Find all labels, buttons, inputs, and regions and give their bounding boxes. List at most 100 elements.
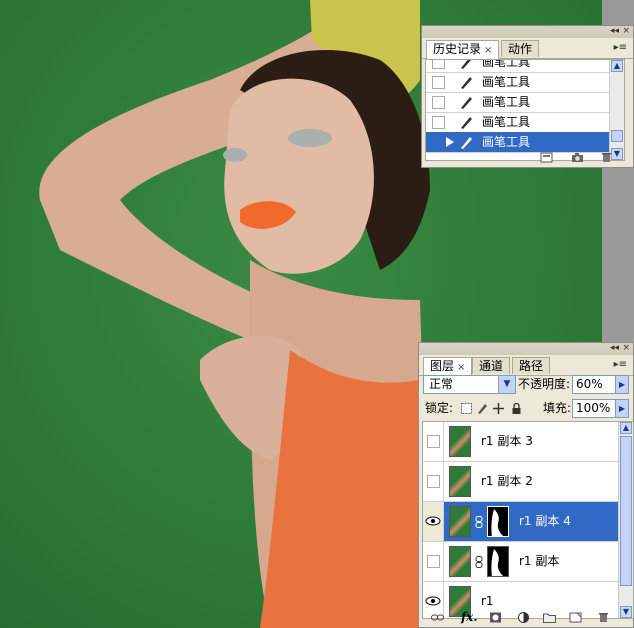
history-source-checkbox[interactable] (432, 136, 443, 147)
eye-icon[interactable] (425, 516, 441, 526)
layer-name[interactable]: r1 (481, 593, 494, 609)
visibility-cell[interactable] (423, 422, 444, 461)
history-list: 画笔工具 画笔工具 画笔工具 画笔工具 画笔工具 ▲ ▼ (425, 59, 625, 161)
brush-icon (461, 137, 472, 149)
layer-row-selected[interactable]: r1 副本 4 (423, 502, 619, 542)
visibility-cell[interactable] (423, 502, 444, 541)
tab-label: 路径 (519, 359, 544, 373)
history-item-label: 画笔工具 (482, 59, 531, 69)
new-document-icon[interactable] (540, 152, 553, 163)
lock-transparency-icon[interactable] (461, 403, 472, 414)
visibility-cell[interactable] (423, 542, 444, 581)
layer-name[interactable]: r1 副本 3 (481, 433, 533, 449)
collapse-icon[interactable]: ◂◂ (610, 343, 619, 354)
visibility-cell[interactable] (423, 462, 444, 501)
layer-thumbnail (449, 426, 471, 457)
link-icon[interactable] (431, 612, 444, 623)
tab-actions[interactable]: 动作 (501, 40, 540, 57)
scroll-up-icon[interactable]: ▲ (620, 422, 632, 434)
tab-label: 历史记录 (433, 42, 482, 56)
opacity-label: 不透明度: (518, 377, 571, 391)
opacity-slider-arrow-icon[interactable]: ▶ (615, 376, 628, 393)
history-source-checkbox[interactable] (432, 76, 445, 89)
trash-icon[interactable] (597, 612, 610, 623)
history-item[interactable]: 画笔工具 (426, 72, 624, 93)
history-scrollbar[interactable]: ▲ ▼ (609, 60, 624, 160)
new-layer-icon[interactable] (569, 612, 582, 623)
blend-mode-select[interactable]: 正常 ▼ (423, 375, 516, 394)
chain-link-icon[interactable] (475, 516, 483, 528)
tab-history[interactable]: 历史记录 × (426, 40, 500, 59)
lock-all-icon[interactable] (511, 403, 522, 414)
tab-label: 通道 (479, 359, 504, 373)
chevron-down-icon[interactable]: ▼ (498, 376, 515, 393)
mask-icon[interactable] (489, 612, 502, 623)
layer-name[interactable]: r1 副本 4 (519, 513, 571, 529)
history-tabs: 历史记录 × 动作 ▸≡ (422, 38, 633, 59)
history-item-label: 画笔工具 (482, 135, 531, 149)
history-item[interactable]: 画笔工具 (426, 112, 624, 133)
blend-mode-value: 正常 (429, 377, 454, 391)
scroll-thumb[interactable] (620, 436, 632, 586)
layer-mask-thumbnail[interactable] (487, 506, 509, 537)
lock-position-move-icon[interactable] (493, 403, 504, 414)
history-state-marker-icon (446, 137, 454, 147)
history-item[interactable]: 画笔工具 (426, 92, 624, 113)
layer-row[interactable]: r1 副本 2 (423, 462, 619, 502)
layer-mask-thumbnail[interactable] (487, 546, 509, 577)
close-icon[interactable]: × (622, 343, 630, 354)
fx-icon[interactable]: fx. (461, 610, 478, 624)
trash-icon[interactable] (600, 152, 613, 163)
chain-link-icon[interactable] (475, 556, 483, 568)
lock-image-brush-icon[interactable] (477, 403, 488, 414)
fill-label: 填充: (543, 401, 572, 415)
adjustment-icon[interactable] (517, 612, 530, 623)
layer-thumbnail (449, 466, 471, 497)
tab-label: 动作 (508, 42, 533, 56)
collapse-icon[interactable]: ◂◂ (610, 26, 619, 37)
history-item-label: 画笔工具 (482, 115, 531, 129)
tab-close-icon[interactable]: × (457, 362, 465, 373)
visibility-toggle[interactable] (427, 475, 440, 488)
scroll-thumb[interactable] (611, 130, 623, 142)
visibility-toggle[interactable] (427, 435, 440, 448)
opacity-input[interactable]: 60% ▶ (572, 375, 629, 394)
eye-icon[interactable] (425, 596, 441, 606)
lock-label: 锁定: (425, 401, 454, 415)
layers-scrollbar[interactable]: ▲ ▼ (618, 422, 633, 618)
panel-titlebar[interactable]: ◂◂ × (419, 343, 633, 355)
brush-icon (461, 117, 472, 129)
panel-menu-icon[interactable]: ▸≡ (614, 42, 627, 53)
history-footer (422, 149, 633, 167)
history-item-label: 画笔工具 (482, 75, 531, 89)
visibility-toggle[interactable] (427, 555, 440, 568)
layers-panel: ◂◂ × 图层 × 通道 路径 ▸≡ 正常 ▼ 不透明度: 60% ▶ 锁定: 填… (418, 342, 634, 628)
scroll-up-icon[interactable]: ▲ (611, 60, 623, 72)
layer-name[interactable]: r1 副本 2 (481, 473, 533, 489)
tab-paths[interactable]: 路径 (512, 357, 551, 374)
layers-list: r1 副本 3 r1 副本 2 r1 副本 4 r1 副本 r1 ▲ ▼ (422, 421, 634, 619)
tab-layers[interactable]: 图层 × (423, 357, 473, 376)
close-icon[interactable]: × (622, 26, 630, 37)
camera-snapshot-icon[interactable] (571, 152, 584, 163)
history-source-checkbox[interactable] (432, 96, 445, 109)
layer-row[interactable]: r1 副本 (423, 542, 619, 582)
blend-row: 正常 ▼ 不透明度: 60% ▶ (419, 375, 633, 399)
layer-name[interactable]: r1 副本 (519, 553, 559, 569)
brush-icon (461, 60, 472, 69)
brush-icon (461, 97, 472, 109)
opacity-value: 60% (576, 377, 603, 391)
layers-tabs: 图层 × 通道 路径 ▸≡ (419, 355, 633, 376)
history-source-checkbox[interactable] (432, 60, 445, 69)
history-source-checkbox[interactable] (432, 116, 445, 129)
tab-channels[interactable]: 通道 (472, 357, 511, 374)
layer-row[interactable]: r1 副本 3 (423, 422, 619, 462)
fill-input[interactable]: 100% ▶ (572, 399, 629, 418)
history-item[interactable]: 画笔工具 (426, 59, 624, 73)
tab-close-icon[interactable]: × (484, 45, 492, 56)
group-folder-icon[interactable] (543, 612, 556, 623)
fill-slider-arrow-icon[interactable]: ▶ (615, 400, 628, 417)
tab-label: 图层 (430, 359, 455, 373)
panel-menu-icon[interactable]: ▸≡ (614, 359, 627, 370)
panel-titlebar[interactable]: ◂◂ × (422, 26, 633, 38)
